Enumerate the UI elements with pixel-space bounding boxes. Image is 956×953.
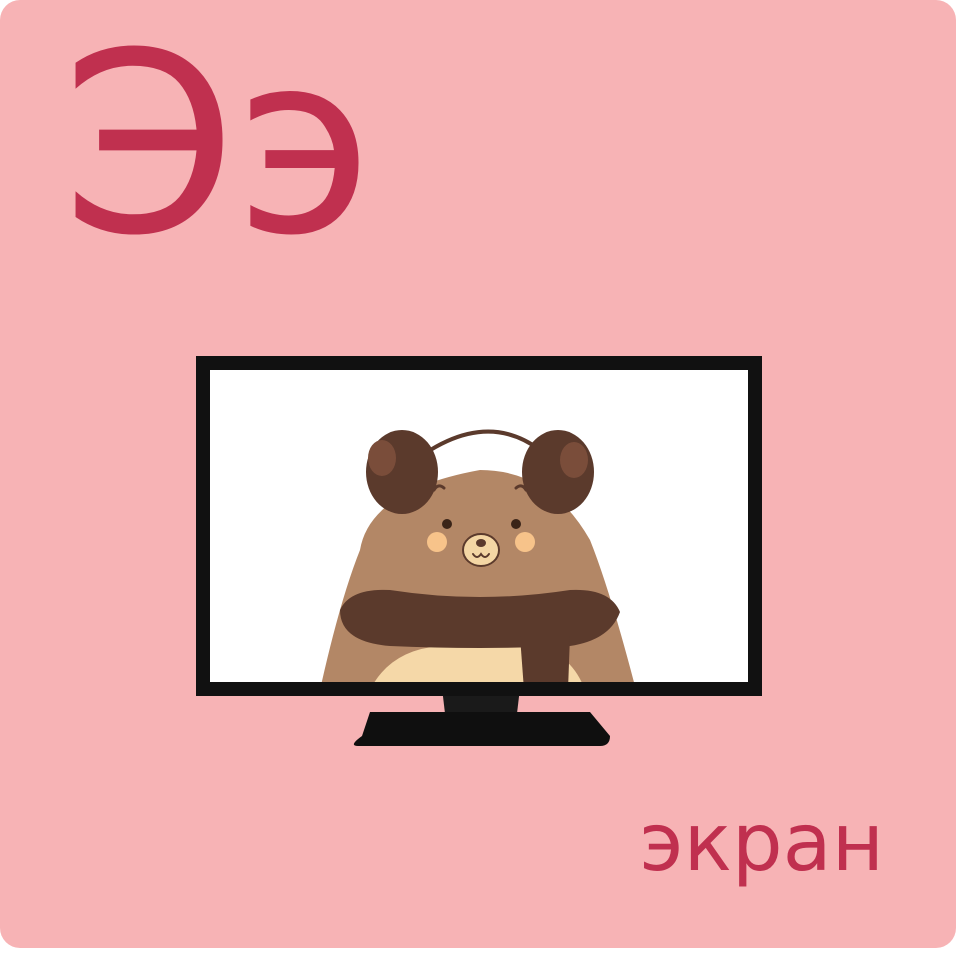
flashcard: Ээ экран: [0, 0, 956, 948]
eye-right: [511, 519, 521, 529]
scarf-tail: [520, 636, 570, 682]
tv-stand-base: [353, 712, 610, 746]
cheek-left: [427, 532, 447, 552]
earmuff-right-highlight: [560, 442, 588, 478]
snout: [462, 533, 500, 567]
scarf-wrap: [340, 589, 620, 648]
nose: [476, 539, 486, 547]
word-label: экран: [639, 796, 884, 889]
cheek-right: [515, 532, 535, 552]
letter-title: Ээ: [62, 0, 374, 290]
earmuff-left-highlight: [368, 440, 396, 476]
eye-left: [442, 519, 452, 529]
tv-screen-illustration: [196, 356, 762, 746]
